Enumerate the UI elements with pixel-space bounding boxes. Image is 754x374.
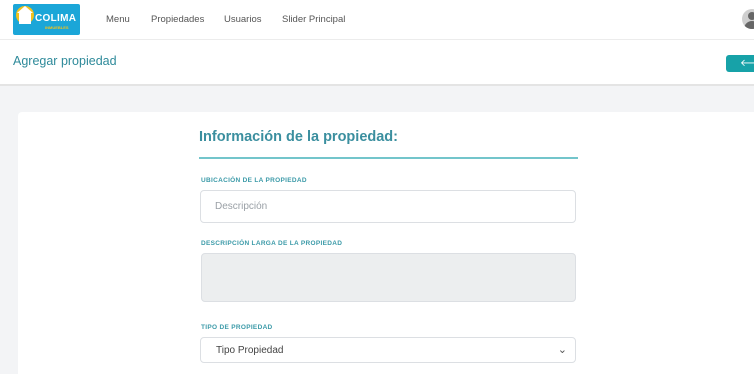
- nav-item-slider-principal[interactable]: Slider Principal: [282, 14, 345, 25]
- nav-item-propiedades[interactable]: Propiedades: [151, 14, 204, 25]
- nav-item-usuarios[interactable]: Usuarios: [224, 14, 262, 25]
- property-type-value: Tipo Propiedad: [216, 345, 284, 356]
- section-title: Información de la propiedad:: [199, 129, 398, 145]
- brand-name: COLIMA: [35, 13, 77, 24]
- long-description-label: DESCRIPCIÓN LARGA DE LA PROPIEDAD: [201, 240, 343, 247]
- brand-logo[interactable]: COLIMA INMUEBLES: [13, 4, 80, 35]
- avatar-body: [744, 21, 754, 29]
- user-avatar[interactable]: [742, 9, 754, 29]
- section-divider: [199, 157, 578, 159]
- brand-tagline: INMUEBLES: [45, 25, 69, 30]
- page-title: Agregar propiedad: [13, 54, 117, 68]
- arrow-left-icon: 🡐: [740, 58, 754, 69]
- property-type-select[interactable]: Tipo Propiedad ⌄: [200, 337, 576, 363]
- avatar-head: [748, 12, 754, 20]
- location-input[interactable]: [200, 190, 576, 223]
- house-icon: [17, 6, 33, 24]
- back-button[interactable]: 🡐: [726, 55, 754, 72]
- top-navbar: COLIMA INMUEBLES Menu Propiedades Usuari…: [0, 0, 754, 40]
- property-type-label: TIPO DE PROPIEDAD: [201, 324, 273, 331]
- chevron-down-icon: ⌄: [557, 344, 567, 356]
- form-card: [18, 112, 754, 374]
- nav-item-menu[interactable]: Menu: [106, 14, 130, 25]
- long-description-textarea[interactable]: [201, 253, 576, 302]
- location-label: UBICACIÓN DE LA PROPIEDAD: [201, 177, 307, 184]
